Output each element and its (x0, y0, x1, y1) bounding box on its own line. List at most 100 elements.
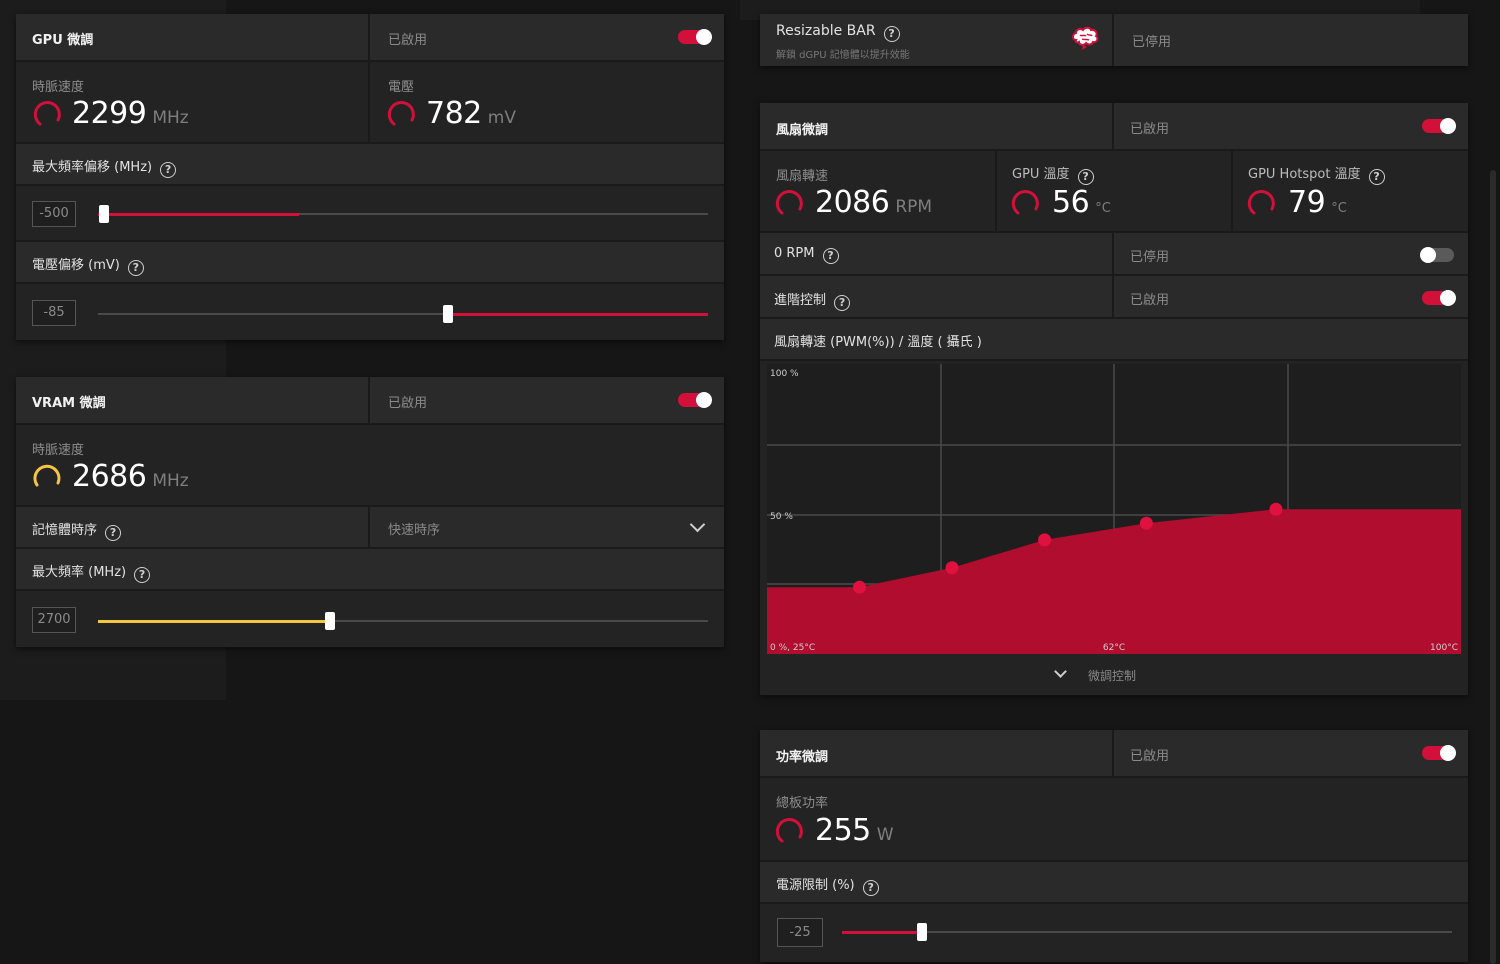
help-icon[interactable]: ? (862, 880, 879, 896)
max-freq-offset-slider[interactable] (98, 205, 708, 223)
help-icon[interactable]: ? (105, 525, 122, 541)
fan-tuning-panel: 風扇微調 已啟用 風扇轉速 2086 RPM GPU 溫度? 56 °C GPU… (760, 103, 1468, 695)
max-freq-offset-thumb[interactable] (99, 205, 109, 223)
fan-tuning-toggle[interactable] (1422, 118, 1456, 134)
resizable-bar-title: Resizable BAR? (776, 23, 900, 42)
power-limit-input[interactable]: -25 (777, 918, 823, 947)
power-tuning-toggle[interactable] (1422, 745, 1456, 761)
fan-speed-gauge-icon (775, 190, 803, 215)
power-limit-fill (842, 930, 922, 934)
board-power-unit: W (876, 825, 894, 845)
resizable-bar-panel: Resizable BAR? 解鎖 dGPU 記憶體以提升效能 已停用 (760, 14, 1468, 66)
vram-tuning-status: 已啟用 (388, 396, 428, 411)
fan-speed-unit: RPM (895, 197, 933, 217)
voltage-offset-slider[interactable] (98, 305, 708, 323)
max-freq-slider[interactable] (98, 612, 708, 630)
max-freq-slider-row: 2700 (16, 591, 724, 647)
help-icon[interactable]: ? (883, 26, 900, 42)
fan-curve-point-handle[interactable] (853, 580, 867, 594)
help-icon[interactable]: ? (834, 295, 851, 311)
hotspot-temp-gauge-icon (1247, 190, 1275, 215)
gpu-temp-label: GPU 溫度? (1012, 163, 1094, 185)
gpu-clock-label: 時脈速度 (32, 80, 85, 95)
voltage-offset-fill (445, 312, 708, 316)
power-metrics-row: 總板功率 255 W (760, 778, 1468, 862)
zero-rpm-status: 已停用 (1130, 250, 1170, 265)
vram-tuning-toggle[interactable] (678, 392, 712, 408)
help-icon[interactable]: ? (822, 248, 839, 264)
fan-curve-point-handle[interactable] (1139, 516, 1153, 530)
voltage-offset-row: 電壓偏移 (mV)? (16, 242, 724, 284)
gpu-tuning-title: GPU 微調 (32, 33, 94, 48)
fan-curve-point-handle[interactable] (1269, 502, 1283, 516)
fan-curve-chart[interactable]: 100 % 50 % 0 %, 25°C 62°C 100°C (767, 364, 1461, 654)
chevron-down-icon (689, 516, 706, 533)
vram-tuning-panel: VRAM 微調 已啟用 時脈速度 2686 MHz 記憶體時序? 快速時序 最大… (16, 377, 724, 647)
zero-rpm-label: 0 RPM? (774, 246, 839, 264)
power-tuning-header: 功率微調 已啟用 (760, 730, 1468, 778)
hotspot-temp-label: GPU Hotspot 溫度? (1248, 163, 1385, 185)
help-icon[interactable]: ? (127, 260, 144, 276)
scrollbar[interactable] (1490, 170, 1496, 964)
power-limit-row: 電源限制 (%)? (760, 862, 1468, 904)
brain-icon (1072, 26, 1099, 50)
advanced-control-row: 進階控制? 已啟用 (760, 276, 1468, 319)
x-tick-label: 0 %, 25°C (770, 643, 815, 653)
vram-tuning-header: VRAM 微調 已啟用 (16, 377, 724, 425)
gpu-temp-value: 56 (1052, 185, 1090, 220)
max-freq-offset-input[interactable]: -500 (32, 201, 76, 227)
gpu-voltage-label: 電壓 (388, 80, 415, 95)
memory-timing-label: 記憶體時序? (32, 519, 122, 541)
hotspot-temp-value: 79 (1288, 185, 1326, 220)
gpu-temp-gauge-icon (1011, 190, 1039, 215)
help-icon[interactable]: ? (134, 567, 151, 583)
board-power-gauge-icon (775, 818, 803, 843)
vram-tuning-title: VRAM 微調 (32, 396, 106, 411)
max-freq-row: 最大頻率 (MHz)? (16, 549, 724, 591)
voltage-offset-slider-row: -85 (16, 284, 724, 340)
tuning-control-expander[interactable]: 微調控制 (1050, 665, 1200, 685)
gpu-clock-value: 2299 (72, 96, 147, 131)
fan-curve-point-handle[interactable] (945, 561, 959, 575)
vram-clock-unit: MHz (152, 471, 189, 491)
vram-clock-value: 2686 (72, 459, 147, 494)
fan-curve-title: 風扇轉速 (PWM(%)) / 溫度 ( 攝氏 ) (774, 335, 982, 350)
advanced-control-label: 進階控制? (774, 289, 851, 311)
voltage-offset-thumb[interactable] (443, 305, 453, 323)
gpu-temp-unit: °C (1095, 201, 1111, 216)
advanced-control-status: 已啟用 (1130, 293, 1170, 308)
advanced-control-toggle[interactable] (1422, 290, 1456, 306)
y-tick-label: 100 % (770, 369, 799, 379)
help-icon[interactable]: ? (1368, 169, 1385, 185)
memory-timing-dropdown[interactable]: 快速時序 (370, 507, 724, 547)
max-freq-thumb[interactable] (325, 612, 335, 630)
gpu-metrics-row: 時脈速度 2299 MHz 電壓 782 mV (16, 62, 724, 144)
voltage-offset-input[interactable]: -85 (32, 300, 76, 326)
fan-speed-value: 2086 (815, 185, 890, 220)
help-icon[interactable]: ? (1077, 169, 1094, 185)
gpu-voltage-unit: mV (487, 108, 516, 128)
hotspot-temp-unit: °C (1331, 201, 1347, 216)
vram-metrics-row: 時脈速度 2686 MHz (16, 425, 724, 507)
max-freq-fill (98, 619, 330, 623)
power-limit-label: 電源限制 (%)? (776, 874, 879, 896)
gpu-voltage-gauge-icon (387, 101, 415, 126)
tuning-control-label: 微調控制 (1088, 669, 1137, 683)
power-limit-slider[interactable] (842, 923, 1452, 941)
fan-curve-title-row: 風扇轉速 (PWM(%)) / 溫度 ( 攝氏 ) (760, 319, 1468, 361)
power-tuning-title: 功率微調 (776, 750, 829, 765)
chevron-down-icon (1054, 665, 1067, 678)
power-limit-thumb[interactable] (917, 923, 927, 941)
gpu-tuning-toggle[interactable] (678, 29, 712, 45)
voltage-offset-label: 電壓偏移 (mV)? (32, 254, 144, 276)
vram-clock-gauge-icon (33, 464, 61, 487)
zero-rpm-row: 0 RPM? 已停用 (760, 233, 1468, 276)
max-freq-input[interactable]: 2700 (32, 607, 76, 633)
fan-tuning-header: 風扇微調 已啟用 (760, 103, 1468, 151)
power-limit-slider-row: -25 (760, 904, 1468, 962)
fan-curve-point-handle[interactable] (1038, 533, 1052, 547)
help-icon[interactable]: ? (160, 162, 177, 178)
memory-timing-row: 記憶體時序? 快速時序 (16, 507, 724, 549)
power-tuning-panel: 功率微調 已啟用 總板功率 255 W 電源限制 (%)? -25 (760, 730, 1468, 962)
zero-rpm-toggle[interactable] (1420, 247, 1454, 263)
